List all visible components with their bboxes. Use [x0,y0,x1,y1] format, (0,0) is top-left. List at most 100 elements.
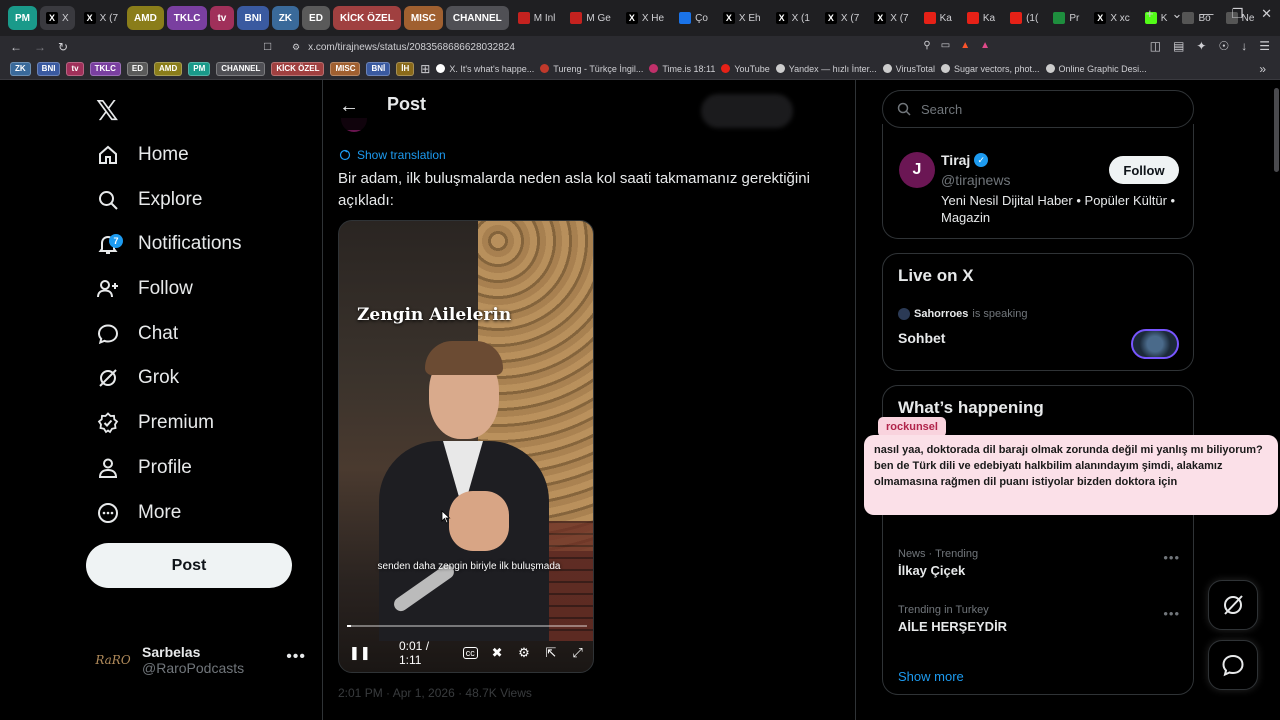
bookmark-folder[interactable]: İH [396,61,415,76]
browser-tab[interactable]: ZK [271,6,300,30]
trend-item[interactable]: News · Trending İlkay Çiçek ••• [898,548,1180,578]
browser-tab[interactable]: PM [8,6,37,30]
trend-item[interactable]: Trending in Turkey AİLE HERŞEYDİR ••• [898,604,1180,634]
nav-item-grok[interactable]: Grok [96,360,179,396]
bookmark-link[interactable]: VirusTotal [882,64,935,74]
menu-icon[interactable]: ☰ [1259,39,1270,53]
site-info-icon[interactable]: ⚙ [292,42,300,53]
browser-tab[interactable]: XX (7 [868,6,914,30]
bookmark-folder[interactable]: KİCK ÖZEL [271,61,325,76]
more-dots-icon[interactable]: ••• [1163,550,1180,565]
space-title[interactable]: Sohbet [898,330,945,346]
download-icon[interactable]: ↓ [1241,39,1247,53]
browser-tab[interactable]: M Inl [512,6,562,30]
bookmark-folder[interactable]: MISC [330,61,361,76]
browser-tab[interactable]: XX [40,6,75,30]
forward-arrow-icon[interactable]: → [34,40,46,54]
captions-icon[interactable]: cc [462,647,478,659]
browser-tab[interactable]: XX (7 [819,6,865,30]
tab-list-icon[interactable]: ⌄ [1172,6,1183,22]
browser-tab[interactable]: MISC [403,6,443,30]
browser-tab[interactable]: KİCK ÖZEL [332,6,401,30]
video-player[interactable]: Zengin Ailelerin senden daha zengin biri… [338,220,594,673]
more-dots-icon[interactable]: ••• [286,648,306,666]
bookmark-folder[interactable]: CHANNEL [216,61,266,76]
extensions-icon[interactable]: ✦ [1196,39,1206,53]
browser-tab[interactable]: (1( [1004,6,1044,30]
search-input[interactable]: Search [882,90,1194,128]
bookmark-link[interactable]: Online Graphic Desi... [1045,64,1147,74]
browser-tab[interactable]: BNI [237,6,269,30]
avatar[interactable]: J [899,152,935,188]
vpn-icon[interactable]: ☉ [1218,39,1229,53]
browser-tab[interactable]: ED [302,6,330,30]
video-progress-bar[interactable] [347,625,587,627]
wallet-icon[interactable]: ▤ [1173,39,1184,53]
bookmark-folder[interactable]: TKLC [89,61,121,76]
nav-item-home[interactable]: Home [96,137,189,173]
close-icon[interactable]: ✕ [1261,6,1272,22]
post-button[interactable]: Post [86,543,292,588]
bookmark-link[interactable]: Yandex — hızlı İnter... [775,64,877,74]
reload-icon[interactable]: ↻ [58,40,68,54]
browser-tab[interactable]: M Ge [564,6,616,30]
brave-shield-icon[interactable]: ▲ [960,40,970,51]
messages-floating-button[interactable] [1208,640,1258,690]
more-dots-icon[interactable]: ••• [1163,606,1180,621]
brave-rewards-icon[interactable]: ▲ [980,40,990,51]
browser-tab[interactable]: XX He [620,6,670,30]
bookmark-folder[interactable]: BNI [36,61,61,76]
nav-item-more[interactable]: More [96,495,181,531]
live-host[interactable]: Sahorroes is speaking [898,308,1027,320]
show-more-link[interactable]: Show more [898,669,964,684]
fullscreen-icon[interactable]: ⤢ [570,645,585,661]
nav-item-notifications[interactable]: 7 Notifications [96,226,242,262]
space-thumbnail[interactable] [1131,329,1179,359]
browser-tab[interactable]: AMD [127,6,164,30]
bookmark-link[interactable]: Sugar vectors, phot... [941,64,1040,74]
browser-tab[interactable]: Ço [673,6,714,30]
bookmark-folder[interactable]: AMD [154,61,183,76]
apps-grid-icon[interactable]: ⊞ [420,62,430,76]
browser-tab[interactable]: Ka [961,6,1001,30]
browser-tab[interactable]: TKLC [166,6,208,30]
restore-icon[interactable]: ❐ [1231,6,1243,22]
url-field[interactable]: ⚙ x.com/tirajnews/status/208356868662803… [284,37,1004,57]
nav-item-chat[interactable]: Chat [96,316,178,352]
bookmark-icon[interactable]: □ [264,39,271,53]
pause-icon[interactable]: ❚❚ [349,645,371,661]
browser-tab[interactable]: tv [210,6,235,30]
x-logo-icon[interactable]: 𝕏 [96,94,119,127]
minimize-icon[interactable]: — [1200,6,1213,22]
bookmark-folder[interactable]: tv [66,61,84,76]
profile-name[interactable]: Tiraj ✓ [941,152,989,168]
back-arrow-icon[interactable]: ← [339,95,359,118]
bookmark-link[interactable]: Time.is 18:11 [649,64,715,74]
nav-item-explore[interactable]: Explore [96,182,202,218]
follow-button[interactable]: Follow [1109,156,1179,184]
back-arrow-icon[interactable]: ← [10,40,22,54]
nav-item-premium[interactable]: Premium [96,405,214,441]
cast-icon[interactable]: ▭ [941,40,950,51]
browser-tab[interactable]: XX xc [1088,6,1135,30]
browser-tab[interactable]: Ka [918,6,958,30]
browser-tab[interactable]: XX (1 [770,6,816,30]
sidebar-toggle-icon[interactable]: ◫ [1150,39,1161,53]
account-switcher[interactable]: RaRO Sarbelas @RaroPodcasts ••• [95,638,306,682]
settings-gear-icon[interactable]: ⚙ [517,645,532,661]
zoom-icon[interactable]: ⚲ [923,40,930,51]
bookmark-folder[interactable]: ED [126,61,149,76]
browser-tab[interactable]: Pr [1047,6,1085,30]
bookmark-folder[interactable]: PM [188,61,211,76]
browser-tab[interactable]: CHANNEL [445,6,509,30]
browser-tab[interactable]: XX (7 [78,6,124,30]
new-tab-icon[interactable]: + [1146,6,1154,22]
pip-icon[interactable]: ⇱ [543,645,558,661]
nav-item-profile[interactable]: Profile [96,450,192,486]
bookmark-link[interactable]: YouTube [721,64,770,74]
bookmark-link[interactable]: X. It's what's happe... [436,64,534,74]
nav-item-follow[interactable]: Follow [96,271,193,307]
bookmark-folder[interactable]: BNİ [366,61,391,76]
show-translation-link[interactable]: Show translation [339,148,446,162]
bookmark-folder[interactable]: ZK [10,61,31,76]
